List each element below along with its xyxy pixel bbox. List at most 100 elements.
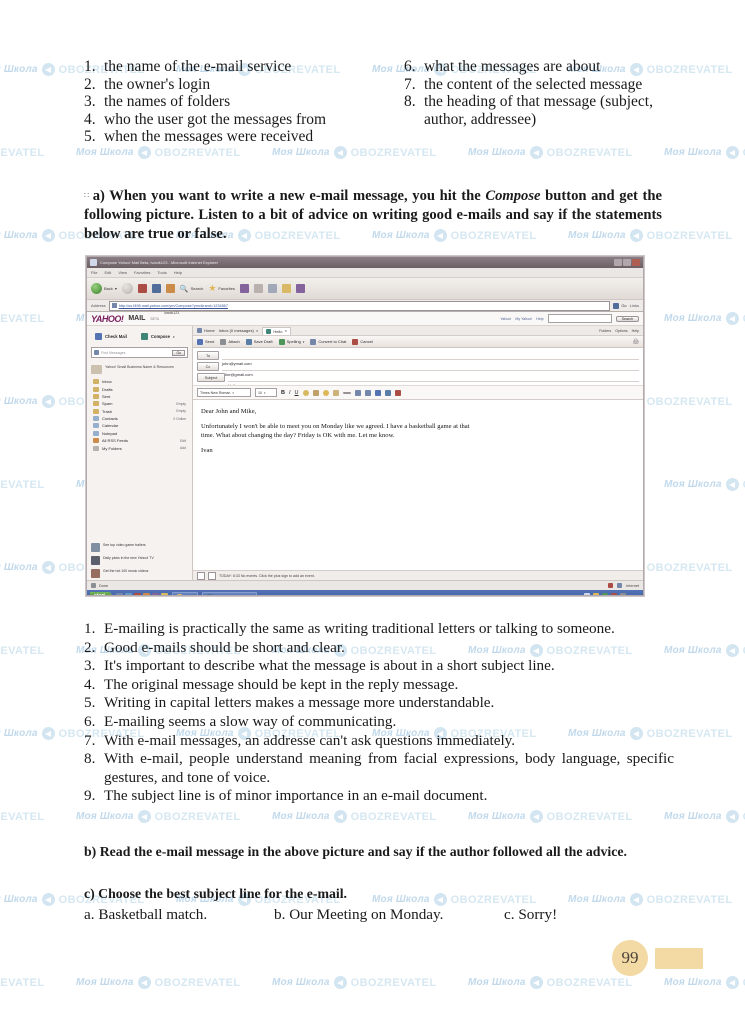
tab-home[interactable]: Home	[197, 328, 215, 333]
web-search-input[interactable]	[547, 314, 612, 323]
link-help[interactable]: Help	[632, 329, 639, 333]
folder-count[interactable]: Add	[180, 446, 186, 450]
ie-menu-bar[interactable]: File Edit View Favorites Tools Help	[87, 268, 643, 278]
sidebar-item-my-folders[interactable]: My Folders Add	[87, 444, 192, 451]
yahoo-logo[interactable]: YAHOO!	[91, 314, 124, 324]
sidebar-item-calendar[interactable]: Calendar	[87, 422, 192, 429]
folder-count[interactable]: Edit	[180, 439, 186, 443]
links-label[interactable]: Links	[630, 303, 639, 308]
sidebar-item-rss[interactable]: All RSS Feeds Edit	[87, 437, 192, 444]
editor-toolbar[interactable]: Times New Roman ▾ 10 ▾ B I U	[193, 385, 643, 400]
forward-arrow-icon[interactable]	[121, 283, 133, 294]
subject-row[interactable]: Subject Hello	[197, 373, 639, 388]
cc-label-button[interactable]: Cc	[197, 362, 219, 371]
messenger-icon[interactable]	[295, 284, 305, 293]
spelling-button[interactable]: Spelling ▾	[278, 338, 305, 345]
favorites-button[interactable]: ★ Favorites	[208, 284, 235, 293]
menu-file[interactable]: File	[91, 270, 97, 275]
close-button[interactable]	[632, 259, 640, 266]
maximize-button[interactable]	[623, 259, 631, 266]
italic-button[interactable]: I	[289, 390, 291, 396]
message-body[interactable]: Dear John and Mike, Unfortunately I won'…	[193, 400, 643, 570]
align-icon[interactable]	[374, 389, 381, 396]
menu-view[interactable]: View	[118, 270, 127, 275]
close-icon[interactable]: ✕	[256, 329, 259, 333]
subject-input[interactable]: Hello	[228, 374, 639, 388]
link-yahoo[interactable]: Yahoo!	[500, 317, 511, 321]
notes-icon[interactable]	[160, 592, 168, 595]
folder-quicklaunch-icon[interactable]	[142, 592, 150, 595]
window-controls[interactable]	[614, 259, 640, 266]
calendar-icon[interactable]	[208, 571, 216, 580]
link-icon[interactable]	[384, 389, 391, 396]
link-folders[interactable]: Folders	[599, 329, 611, 333]
print-icon[interactable]: 🖨	[633, 339, 639, 345]
start-button[interactable]: start	[90, 592, 112, 595]
menu-edit[interactable]: Edit	[104, 270, 111, 275]
to-label-button[interactable]: To	[197, 351, 219, 360]
sidebar-promo[interactable]: Yahoo! Small Business Name & Resources	[87, 361, 192, 378]
media-icon[interactable]	[239, 284, 249, 293]
compose-toolbar[interactable]: Send Attach Save Draft Spelling ▾ Convert…	[193, 336, 643, 348]
ad-item[interactable]: Daily picks in the new Yahoo! TV	[87, 554, 192, 567]
to-input[interactable]: john@ymail.com	[222, 352, 639, 366]
lock-icon[interactable]	[332, 389, 339, 396]
find-messages-field[interactable]: Find Messages Go	[91, 347, 188, 358]
close-icon[interactable]: ✕	[284, 329, 287, 333]
mail-icon[interactable]	[267, 284, 277, 293]
stop-icon[interactable]	[137, 284, 147, 293]
link-my-yahoo[interactable]: My Yahoo!	[515, 317, 532, 321]
cc-row[interactable]: Cc mike@gmail.com	[197, 362, 639, 377]
media-player-icon[interactable]	[133, 592, 141, 595]
folder-count[interactable]: Empty	[176, 402, 186, 406]
text-color-icon[interactable]	[302, 389, 309, 396]
web-search-button[interactable]: Search	[615, 315, 639, 322]
menu-tools[interactable]: Tools	[157, 270, 166, 275]
ie-toolbar[interactable]: Back ▾ 🔍 Search ★ Favorites	[87, 278, 643, 300]
shield-icon[interactable]	[602, 593, 609, 595]
folder-count[interactable]: Empty	[176, 409, 186, 413]
minimize-button[interactable]	[614, 259, 622, 266]
tab-compose[interactable]: Hello ✕	[262, 326, 291, 335]
history-icon[interactable]	[253, 284, 263, 293]
menu-favorites[interactable]: Favorites	[134, 270, 150, 275]
chevron-down-icon[interactable]: ▾	[303, 340, 305, 344]
compose-button[interactable]: Compose ▾	[137, 331, 179, 342]
mail-tabs[interactable]: Home Inbox (0 messages) ✕ Hello ✕ Folders …	[193, 326, 643, 336]
emoticon-icon[interactable]	[322, 389, 329, 396]
word-icon[interactable]	[151, 592, 159, 595]
sidebar-item-notepad[interactable]: Notepad	[87, 430, 192, 437]
system-tray[interactable]: 8:33	[584, 593, 640, 595]
horizontal-rule-icon[interactable]	[342, 391, 351, 394]
ie-quicklaunch-icon[interactable]	[115, 592, 123, 595]
to-row[interactable]: To john@ymail.com	[197, 351, 639, 366]
chevron-down-icon[interactable]: ▾	[115, 286, 117, 291]
windows-taskbar[interactable]: start Hello Compose Yahoo! M... 8:33	[87, 590, 643, 595]
sidebar-item-drafts[interactable]: Drafts	[87, 385, 192, 392]
refresh-icon[interactable]	[151, 284, 161, 293]
expand-icon[interactable]	[197, 571, 205, 580]
find-go-button[interactable]: Go	[172, 349, 185, 356]
link-options[interactable]: Options	[615, 329, 627, 333]
sidebar-item-sent[interactable]: Sent	[87, 393, 192, 400]
menu-help[interactable]: Help	[174, 270, 182, 275]
bulleted-list-icon[interactable]	[354, 389, 361, 396]
check-mail-button[interactable]: Check Mail	[91, 331, 131, 342]
send-button[interactable]: Send	[197, 338, 214, 345]
sidebar-item-contacts[interactable]: Contacts 0 Online	[87, 415, 192, 422]
network-icon[interactable]	[584, 593, 591, 595]
back-button[interactable]: Back ▾	[91, 283, 117, 294]
attach-button[interactable]: Attach	[220, 338, 240, 345]
messenger-tray-icon[interactable]	[593, 593, 600, 595]
link-help[interactable]: Help	[536, 317, 543, 321]
bold-button[interactable]: B	[281, 390, 285, 396]
numbered-list-icon[interactable]	[364, 389, 371, 396]
cancel-button[interactable]: Cancel	[352, 338, 373, 345]
tab-inbox[interactable]: Inbox (0 messages) ✕	[219, 328, 259, 333]
underline-button[interactable]: U	[295, 390, 299, 396]
go-button[interactable]: Go	[613, 302, 627, 309]
sidebar-item-trash[interactable]: Trash Empty	[87, 408, 192, 415]
sidebar-item-spam[interactable]: Spam Empty	[87, 400, 192, 407]
antivirus-icon[interactable]	[611, 593, 618, 595]
save-draft-button[interactable]: Save Draft	[245, 338, 273, 345]
